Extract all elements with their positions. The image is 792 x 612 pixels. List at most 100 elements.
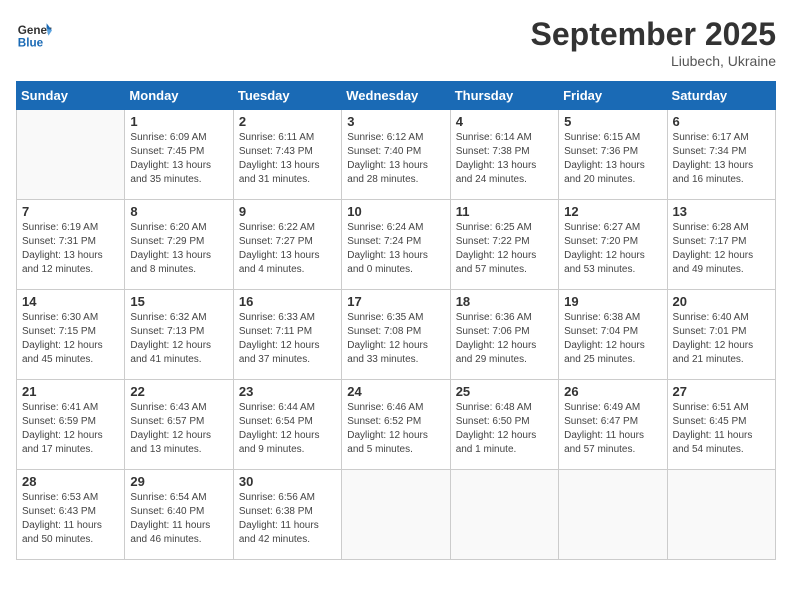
day-info: Sunrise: 6:15 AMSunset: 7:36 PMDaylight:… [564, 131, 661, 187]
calendar-cell: 1 Sunrise: 6:09 AMSunset: 7:45 PMDaylight… [125, 110, 233, 200]
calendar-cell: 30 Sunrise: 6:56 AMSunset: 6:38 PMDayligh… [233, 470, 341, 560]
day-info: Sunrise: 6:53 AMSunset: 6:43 PMDaylight:… [22, 491, 119, 547]
day-number: 10 [347, 204, 444, 219]
day-info: Sunrise: 6:51 AMSunset: 6:45 PMDaylight:… [673, 401, 770, 457]
day-number: 5 [564, 114, 661, 129]
day-number: 6 [673, 114, 770, 129]
calendar-week-row: 7Sunrise: 6:19 AMSunset: 7:31 PMDaylight… [17, 200, 776, 290]
calendar-cell: 7Sunrise: 6:19 AMSunset: 7:31 PMDaylight… [17, 200, 125, 290]
day-info: Sunrise: 6:56 AMSunset: 6:38 PMDaylight:… [239, 491, 336, 547]
day-info: Sunrise: 6:33 AMSunset: 7:11 PMDaylight:… [239, 311, 336, 367]
day-number: 3 [347, 114, 444, 129]
day-number: 29 [130, 474, 227, 489]
day-info: Sunrise: 6:20 AMSunset: 7:29 PMDaylight:… [130, 221, 227, 277]
day-info: Sunrise: 6:17 AMSunset: 7:34 PMDaylight:… [673, 131, 770, 187]
day-number: 16 [239, 294, 336, 309]
day-info: Sunrise: 6:48 AMSunset: 6:50 PMDaylight:… [456, 401, 553, 457]
day-info: Sunrise: 6:54 AMSunset: 6:40 PMDaylight:… [130, 491, 227, 547]
day-info: Sunrise: 6:30 AMSunset: 7:15 PMDaylight:… [22, 311, 119, 367]
calendar-cell: 3 Sunrise: 6:12 AMSunset: 7:40 PMDaylight… [342, 110, 450, 200]
weekday-header: Tuesday [233, 82, 341, 110]
calendar-cell: 2Sunrise: 6:11 AMSunset: 7:43 PMDaylight… [233, 110, 341, 200]
calendar-header: SundayMondayTuesdayWednesdayThursdayFrid… [17, 82, 776, 110]
calendar-cell: 22 Sunrise: 6:43 AMSunset: 6:57 PMDayligh… [125, 380, 233, 470]
day-number: 11 [456, 204, 553, 219]
calendar-cell: 14 Sunrise: 6:30 AMSunset: 7:15 PMDayligh… [17, 290, 125, 380]
weekday-header: Friday [559, 82, 667, 110]
weekday-header: Saturday [667, 82, 775, 110]
day-info: Sunrise: 6:40 AMSunset: 7:01 PMDaylight:… [673, 311, 770, 367]
day-number: 9 [239, 204, 336, 219]
weekday-header: Sunday [17, 82, 125, 110]
calendar-cell: 4Sunrise: 6:14 AMSunset: 7:38 PMDaylight… [450, 110, 558, 200]
day-info: Sunrise: 6:43 AMSunset: 6:57 PMDaylight:… [130, 401, 227, 457]
page-header: General Blue September 2025 Liubech, Ukr… [16, 16, 776, 69]
logo: General Blue [16, 16, 52, 52]
calendar-cell: 11 Sunrise: 6:25 AMSunset: 7:22 PMDayligh… [450, 200, 558, 290]
day-number: 27 [673, 384, 770, 399]
calendar-cell: 21 Sunrise: 6:41 AMSunset: 6:59 PMDayligh… [17, 380, 125, 470]
day-number: 1 [130, 114, 227, 129]
day-info: Sunrise: 6:09 AMSunset: 7:45 PMDaylight:… [130, 131, 227, 187]
calendar-cell [559, 470, 667, 560]
day-number: 2 [239, 114, 336, 129]
day-number: 12 [564, 204, 661, 219]
calendar-cell: 16 Sunrise: 6:33 AMSunset: 7:11 PMDayligh… [233, 290, 341, 380]
day-info: Sunrise: 6:46 AMSunset: 6:52 PMDaylight:… [347, 401, 444, 457]
calendar-week-row: 21 Sunrise: 6:41 AMSunset: 6:59 PMDayligh… [17, 380, 776, 470]
day-info: Sunrise: 6:12 AMSunset: 7:40 PMDaylight:… [347, 131, 444, 187]
day-info: Sunrise: 6:35 AMSunset: 7:08 PMDaylight:… [347, 311, 444, 367]
day-number: 20 [673, 294, 770, 309]
day-number: 30 [239, 474, 336, 489]
weekday-header: Monday [125, 82, 233, 110]
day-info: Sunrise: 6:41 AMSunset: 6:59 PMDaylight:… [22, 401, 119, 457]
day-number: 4 [456, 114, 553, 129]
calendar-cell: 28Sunrise: 6:53 AMSunset: 6:43 PMDayligh… [17, 470, 125, 560]
day-number: 15 [130, 294, 227, 309]
day-number: 22 [130, 384, 227, 399]
day-info: Sunrise: 6:22 AMSunset: 7:27 PMDaylight:… [239, 221, 336, 277]
day-info: Sunrise: 6:36 AMSunset: 7:06 PMDaylight:… [456, 311, 553, 367]
day-number: 21 [22, 384, 119, 399]
day-info: Sunrise: 6:25 AMSunset: 7:22 PMDaylight:… [456, 221, 553, 277]
month-title: September 2025 [531, 16, 776, 53]
calendar-cell: 17Sunrise: 6:35 AMSunset: 7:08 PMDayligh… [342, 290, 450, 380]
calendar-cell: 12 Sunrise: 6:27 AMSunset: 7:20 PMDayligh… [559, 200, 667, 290]
weekday-header: Thursday [450, 82, 558, 110]
calendar-cell: 9 Sunrise: 6:22 AMSunset: 7:27 PMDaylight… [233, 200, 341, 290]
calendar-week-row: 28Sunrise: 6:53 AMSunset: 6:43 PMDayligh… [17, 470, 776, 560]
day-info: Sunrise: 6:28 AMSunset: 7:17 PMDaylight:… [673, 221, 770, 277]
day-number: 24 [347, 384, 444, 399]
location-subtitle: Liubech, Ukraine [531, 53, 776, 69]
svg-text:Blue: Blue [18, 37, 44, 50]
day-number: 23 [239, 384, 336, 399]
logo-icon: General Blue [16, 16, 52, 52]
weekday-header: Wednesday [342, 82, 450, 110]
calendar-cell: 15 Sunrise: 6:32 AMSunset: 7:13 PMDayligh… [125, 290, 233, 380]
calendar-body: 1 Sunrise: 6:09 AMSunset: 7:45 PMDaylight… [17, 110, 776, 560]
calendar-cell: 18 Sunrise: 6:36 AMSunset: 7:06 PMDayligh… [450, 290, 558, 380]
calendar-cell [667, 470, 775, 560]
day-info: Sunrise: 6:49 AMSunset: 6:47 PMDaylight:… [564, 401, 661, 457]
calendar-cell [342, 470, 450, 560]
title-block: September 2025 Liubech, Ukraine [531, 16, 776, 69]
weekday-row: SundayMondayTuesdayWednesdayThursdayFrid… [17, 82, 776, 110]
day-number: 19 [564, 294, 661, 309]
day-info: Sunrise: 6:27 AMSunset: 7:20 PMDaylight:… [564, 221, 661, 277]
calendar-cell: 6 Sunrise: 6:17 AMSunset: 7:34 PMDaylight… [667, 110, 775, 200]
day-info: Sunrise: 6:44 AMSunset: 6:54 PMDaylight:… [239, 401, 336, 457]
day-number: 18 [456, 294, 553, 309]
day-number: 14 [22, 294, 119, 309]
calendar-week-row: 1 Sunrise: 6:09 AMSunset: 7:45 PMDaylight… [17, 110, 776, 200]
calendar-cell: 24 Sunrise: 6:46 AMSunset: 6:52 PMDayligh… [342, 380, 450, 470]
calendar-cell [450, 470, 558, 560]
day-number: 13 [673, 204, 770, 219]
day-number: 8 [130, 204, 227, 219]
calendar-cell: 10Sunrise: 6:24 AMSunset: 7:24 PMDayligh… [342, 200, 450, 290]
calendar-table: SundayMondayTuesdayWednesdayThursdayFrid… [16, 81, 776, 560]
day-number: 25 [456, 384, 553, 399]
day-info: Sunrise: 6:19 AMSunset: 7:31 PMDaylight:… [22, 221, 119, 277]
day-info: Sunrise: 6:38 AMSunset: 7:04 PMDaylight:… [564, 311, 661, 367]
calendar-cell: 5 Sunrise: 6:15 AMSunset: 7:36 PMDaylight… [559, 110, 667, 200]
day-info: Sunrise: 6:32 AMSunset: 7:13 PMDaylight:… [130, 311, 227, 367]
